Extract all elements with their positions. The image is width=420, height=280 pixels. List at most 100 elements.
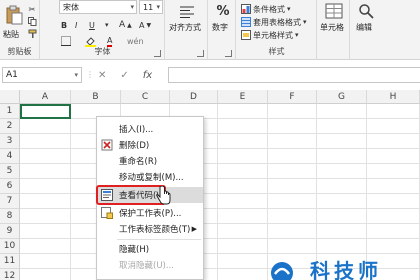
column-header-f[interactable]: F [268, 90, 317, 104]
row-header-12[interactable]: 12 [0, 269, 20, 280]
menu-item-protect-sheet[interactable]: 保护工作表(P)... [97, 205, 203, 221]
menu-item-label: 插入(I)... [119, 125, 154, 135]
menu-item-insert[interactable]: 插入(I)... [97, 121, 203, 137]
row-header-2[interactable]: 2 [0, 119, 20, 134]
number-dialog-launcher-icon[interactable] [225, 50, 232, 57]
conditional-format-icon [241, 4, 251, 14]
editing-group: 编辑 [351, 0, 381, 60]
formula-input[interactable] [168, 67, 420, 83]
number-group: % 数字 [209, 0, 236, 60]
menu-item-delete[interactable]: 删除(D) [97, 137, 203, 153]
gridline-horizontal [20, 133, 420, 134]
cell-style-icon [241, 30, 251, 40]
menu-item-label: 删除(D) [119, 141, 150, 151]
menu-item-move-copy[interactable]: 移动或复制(M)... [97, 169, 203, 185]
column-header-a[interactable]: A [20, 90, 71, 104]
font-name-combo[interactable]: 宋体 ▾ [59, 0, 137, 14]
format-painter-icon[interactable] [27, 28, 37, 38]
confirm-icon[interactable]: ✓ [120, 70, 128, 81]
gridline-horizontal [20, 148, 420, 149]
mouse-cursor-icon [156, 186, 171, 205]
gridline-horizontal [20, 238, 420, 239]
font-dialog-launcher-icon[interactable] [154, 50, 161, 57]
column-header-e[interactable]: E [218, 90, 268, 104]
row-header-8[interactable]: 8 [0, 209, 20, 224]
font-group: 宋体 ▾ 11 ▾ B I U ▾ A ▲ A ▼ A wén 字体 [41, 0, 165, 60]
formula-bar: A1 ▾ ⋮ ✕ ✓ fx [0, 62, 420, 86]
row-header-11[interactable]: 11 [0, 254, 20, 269]
row-header-6[interactable]: 6 [0, 179, 20, 194]
font-group-label: 字体 [94, 47, 111, 56]
underline-button[interactable]: U [89, 18, 95, 32]
bold-button[interactable]: B [61, 18, 67, 32]
column-header-g[interactable]: G [317, 90, 367, 104]
cells-group: 单元格 [318, 0, 350, 60]
menu-item-hide[interactable]: 隐藏(H) [97, 241, 203, 257]
shrink-font-icon[interactable]: A ▼ [139, 18, 151, 32]
menu-item-label: 保护工作表(P)... [119, 209, 182, 219]
menu-item-rename[interactable]: 重命名(R) [97, 153, 203, 169]
alignment-group: 对齐方式 [166, 0, 208, 60]
menu-item-tab-color[interactable]: 工作表标签颜色(T) ▶ [97, 221, 203, 237]
alignment-label: 对齐方式 [169, 23, 201, 32]
column-header-c[interactable]: C [121, 90, 170, 104]
clipboard-group: 粘贴 ✂ 剪贴板 [0, 0, 40, 60]
font-name-value: 宋体 [63, 2, 79, 12]
row-header-3[interactable]: 3 [0, 134, 20, 149]
row-header-5[interactable]: 5 [0, 164, 20, 179]
cut-icon[interactable]: ✂ [27, 4, 37, 14]
watermark-text: 科技师 [310, 259, 382, 280]
paste-label: 粘贴 [3, 30, 19, 39]
menu-item-label: 取消隐藏(U)... [119, 261, 174, 271]
font-size-value: 11 [143, 2, 154, 12]
conditional-format-button[interactable]: 条件格式 ▾ [241, 2, 291, 16]
select-all-corner[interactable] [0, 90, 20, 104]
cancel-icon[interactable]: ✕ [98, 70, 106, 81]
percent-icon[interactable]: % [214, 2, 232, 20]
underline-dropdown-icon[interactable]: ▾ [105, 18, 109, 32]
worksheet-grid[interactable]: ABCDEFGH 1 2 3 4 5 6 7 8 9 10 11 12 [0, 90, 420, 280]
menu-item-label: 移动或复制(M)... [119, 173, 184, 183]
gridline-horizontal [20, 163, 420, 164]
row-header-7[interactable]: 7 [0, 194, 20, 209]
row-header-9[interactable]: 9 [0, 224, 20, 239]
column-header-d[interactable]: D [170, 90, 218, 104]
alignment-icon[interactable] [178, 4, 196, 20]
cell-style-button[interactable]: 单元格样式 ▾ [241, 28, 299, 42]
row-header-1[interactable]: 1 [0, 104, 20, 119]
protect-sheet-icon [101, 207, 113, 219]
table-format-button[interactable]: 套用表格格式 ▾ [241, 15, 307, 29]
paste-button[interactable] [4, 4, 24, 26]
gridline-horizontal [20, 208, 420, 209]
grow-font-icon[interactable]: A ▲ [119, 18, 132, 32]
watermark-logo: 科技师 [270, 258, 420, 280]
copy-icon[interactable] [27, 16, 37, 26]
chevron-down-icon: ▾ [156, 3, 160, 11]
styles-group-label: 样式 [268, 47, 285, 56]
alignment-dialog-launcher-icon[interactable] [197, 50, 204, 57]
gridline-horizontal [20, 223, 420, 224]
gridline-horizontal [20, 118, 420, 119]
cells-label: 单元格 [320, 23, 344, 32]
gridline-horizontal [20, 193, 420, 194]
styles-group: 条件格式 ▾ 套用表格格式 ▾ 单元格样式 ▾ 样式 [237, 0, 317, 60]
chevron-down-icon: ▾ [74, 71, 78, 79]
editing-label: 编辑 [356, 23, 372, 32]
formula-bar-grip-icon: ⋮ [86, 70, 94, 79]
row-header-4[interactable]: 4 [0, 149, 20, 164]
menu-divider [117, 239, 201, 240]
font-size-combo[interactable]: 11 ▾ [139, 0, 163, 14]
column-header-b[interactable]: B [71, 90, 121, 104]
row-header-10[interactable]: 10 [0, 239, 20, 254]
column-header-h[interactable]: H [367, 90, 420, 104]
search-icon[interactable] [356, 2, 376, 20]
ribbon: 粘贴 ✂ 剪贴板 宋体 ▾ 11 ▾ B I U ▾ A ▲ A ▼ A wén… [0, 0, 420, 60]
insert-function-icon[interactable]: fx [143, 70, 152, 81]
table-format-label: 套用表格格式 [253, 17, 301, 27]
italic-button[interactable]: I [75, 18, 77, 32]
menu-item-label: 重命名(R) [119, 157, 158, 167]
name-box[interactable]: A1 ▾ [2, 67, 82, 83]
selected-cell-a1[interactable] [20, 104, 71, 119]
chevron-down-icon: ▾ [130, 3, 134, 11]
cells-icon[interactable] [324, 2, 344, 20]
